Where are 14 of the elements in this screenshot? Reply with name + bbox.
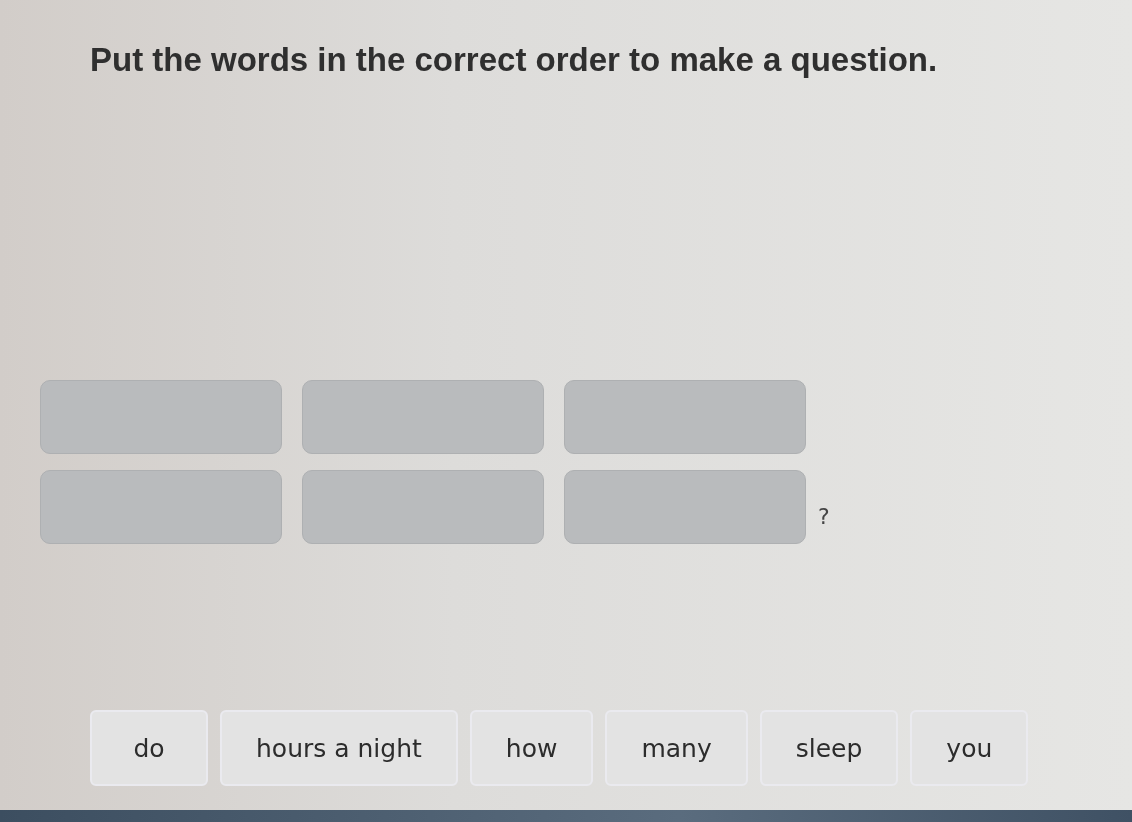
word-tile[interactable]: sleep [759, 710, 899, 786]
word-tile[interactable]: hours a night [220, 710, 458, 786]
answer-box[interactable] [40, 470, 282, 544]
answer-box[interactable] [40, 380, 282, 454]
word-tile[interactable]: you [910, 710, 1029, 786]
instruction-text: Put the words in the correct order to make a question. [90, 40, 938, 80]
answer-box[interactable] [302, 470, 544, 544]
word-tile[interactable]: do [90, 710, 208, 786]
answer-box[interactable] [302, 380, 544, 454]
word-tile[interactable]: many [605, 710, 748, 786]
question-mark: ? [818, 504, 830, 530]
answer-box[interactable] [564, 380, 806, 454]
word-tile[interactable]: how [469, 710, 594, 786]
answer-box[interactable] [564, 470, 806, 544]
